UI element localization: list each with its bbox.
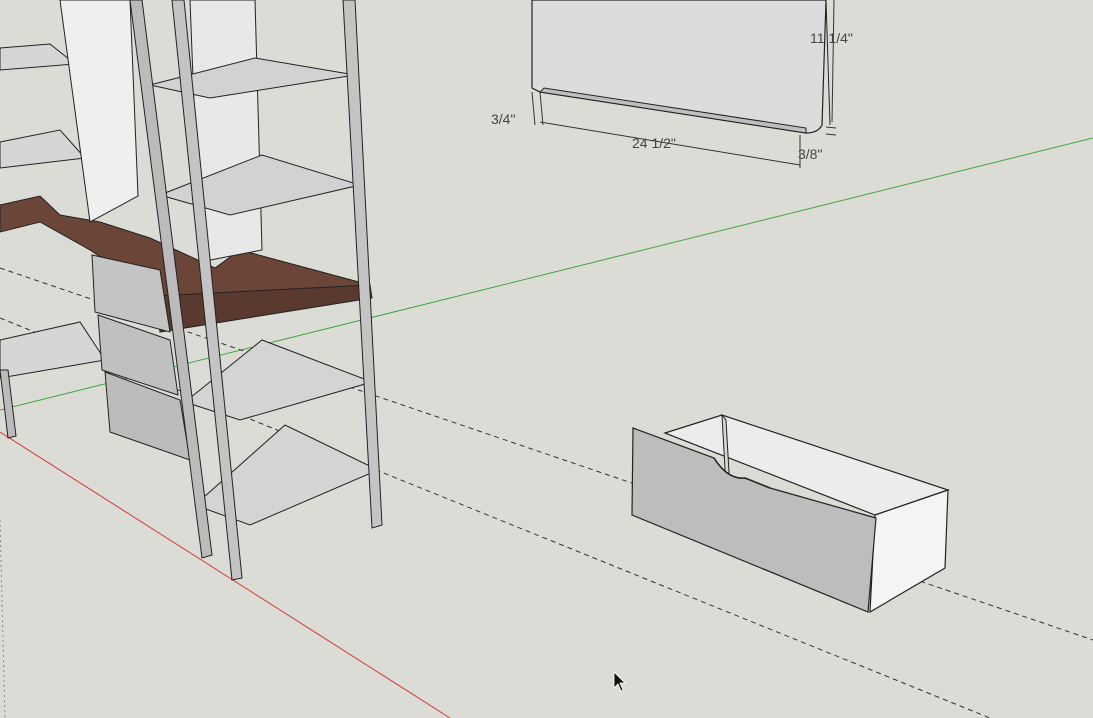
blue-axis-dotted — [0, 519, 6, 718]
upright-4 — [0, 369, 17, 439]
dim-height-label: 11 1/4" — [810, 30, 853, 46]
side-panel-left — [59, 0, 139, 223]
drawer-side-panel[interactable] — [531, 0, 831, 134]
arrow-cursor-icon — [613, 671, 626, 692]
shelving-unit[interactable] — [0, 0, 383, 581]
back-shelf-mid — [0, 129, 87, 169]
back-shelf-low — [0, 321, 106, 379]
dim-width-label: 24 1/2" — [632, 135, 676, 151]
panel-right-edge — [825, 0, 831, 126]
modeling-viewport[interactable]: 11 1/4" 3/4" 24 1/2" 3/8" — [0, 0, 1093, 718]
dim-thickness-label: 3/4" — [491, 111, 515, 127]
dim-thickness-tick-2 — [539, 91, 544, 126]
dim-gap-tick — [825, 126, 837, 129]
dim-gap-tick-2 — [825, 133, 837, 136]
drawer-box[interactable] — [631, 413, 950, 614]
dim-height-line — [831, 0, 835, 123]
upright-3 — [342, 0, 383, 529]
dim-thickness-tick — [531, 91, 536, 126]
dim-gap-label: 3/8" — [798, 146, 822, 162]
back-shelf-top — [0, 43, 77, 71]
